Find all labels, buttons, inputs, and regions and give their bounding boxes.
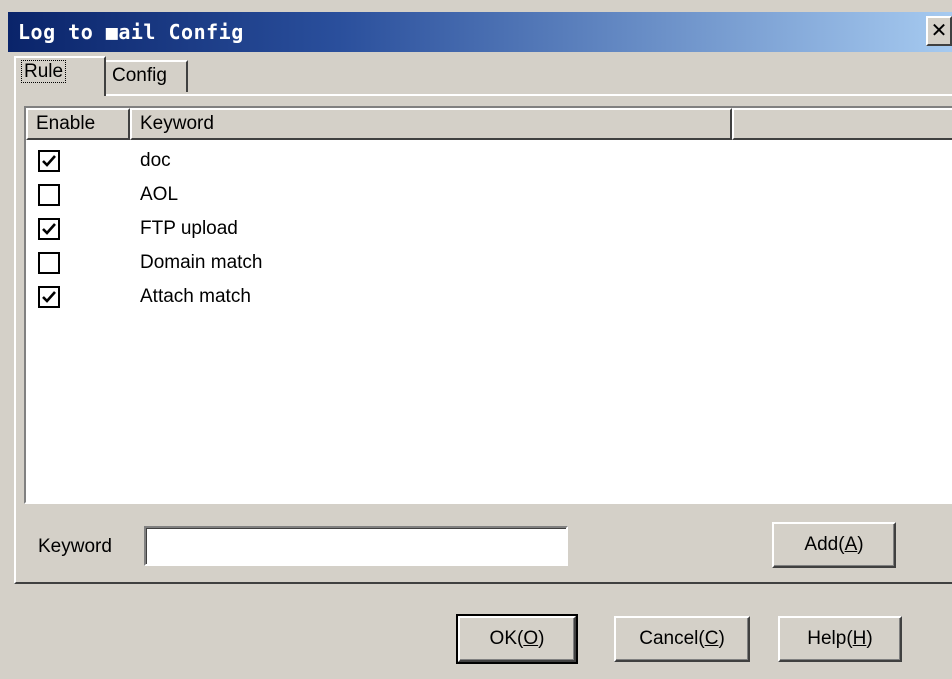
help-button-label: Help(	[807, 628, 853, 649]
add-button-accel: A	[844, 534, 858, 555]
enable-checkbox[interactable]	[38, 252, 60, 274]
rule-list[interactable]: Enable Keyword doc AOL FTP upload Domain ma…	[24, 106, 952, 504]
cancel-button-label: Cancel(	[639, 628, 705, 649]
keyword-cell: Attach match	[140, 286, 251, 307]
list-item[interactable]: Domain match	[26, 246, 926, 280]
cancel-button[interactable]: Cancel(C)	[614, 616, 750, 662]
help-button-accel: H	[852, 628, 867, 649]
checkmark-icon	[42, 223, 56, 235]
cancel-button-accel: C	[704, 628, 719, 649]
add-button-end: )	[857, 534, 864, 555]
help-button[interactable]: Help(H)	[778, 616, 902, 662]
close-button[interactable]: ✕	[926, 16, 952, 46]
keyword-label: Keyword	[38, 536, 112, 557]
help-button-end: )	[866, 628, 873, 649]
checkmark-icon	[42, 155, 56, 167]
keyword-cell: AOL	[140, 184, 179, 205]
list-item[interactable]: FTP upload	[26, 212, 926, 246]
list-item[interactable]: Attach match	[26, 280, 926, 314]
keyword-cell: doc	[140, 150, 171, 171]
window-title: Log to ■ail Config	[18, 20, 244, 44]
column-extra[interactable]	[732, 108, 952, 140]
enable-checkbox[interactable]	[38, 218, 60, 240]
close-icon: ✕	[930, 18, 948, 42]
tab-config-label: Config	[112, 65, 167, 86]
checkmark-icon	[42, 291, 56, 303]
ok-button-end: )	[538, 628, 545, 649]
list-item[interactable]: doc	[26, 144, 926, 178]
tab-config[interactable]: Config	[106, 60, 188, 92]
title-bar: Log to ■ail Config ✕	[0, 0, 952, 52]
enable-checkbox[interactable]	[38, 184, 60, 206]
ok-button-label: OK(	[489, 628, 524, 649]
add-button-label: Add(	[804, 534, 845, 555]
enable-checkbox[interactable]	[38, 286, 60, 308]
add-button[interactable]: Add(A)	[772, 522, 896, 568]
list-header: Enable Keyword	[26, 108, 952, 140]
ok-button-accel: O	[523, 628, 539, 649]
tab-rule-label: Rule	[20, 60, 67, 83]
keyword-cell: Domain match	[140, 252, 263, 273]
cancel-button-end: )	[718, 628, 725, 649]
keyword-input[interactable]	[144, 526, 568, 566]
tab-rule[interactable]: Rule	[14, 56, 106, 96]
ok-button[interactable]: OK(O)	[456, 614, 578, 664]
keyword-cell: FTP upload	[140, 218, 238, 239]
enable-checkbox[interactable]	[38, 150, 60, 172]
column-enable[interactable]: Enable	[26, 108, 130, 140]
list-item[interactable]: AOL	[26, 178, 926, 212]
column-keyword[interactable]: Keyword	[130, 108, 732, 140]
